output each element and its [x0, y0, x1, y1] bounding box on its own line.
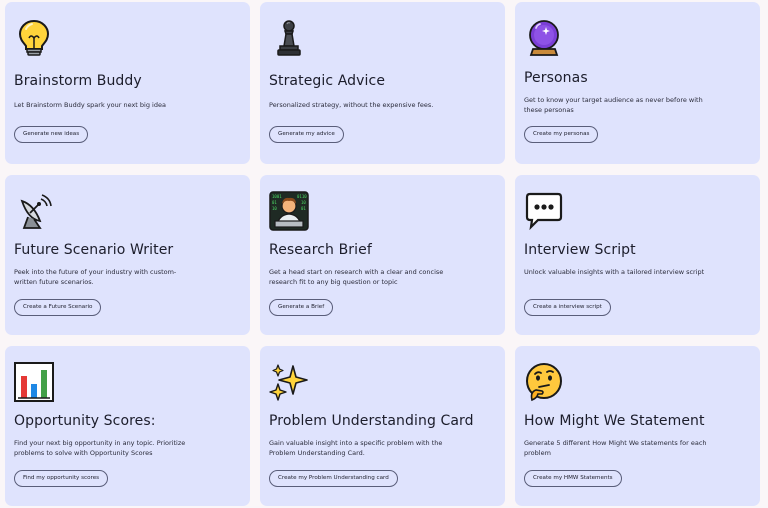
svg-text:01: 01 — [301, 206, 306, 211]
card-description: Get to know your target audience as neve… — [524, 96, 703, 114]
bar-chart-icon — [14, 362, 54, 402]
svg-text:10: 10 — [272, 206, 277, 211]
card-brainstorm-buddy[interactable]: Brainstorm Buddy Let Brainstorm Buddy sp… — [5, 2, 250, 164]
svg-text:0110: 0110 — [297, 194, 307, 199]
card-problem-understanding[interactable]: Problem Understanding Card Gain valuable… — [260, 346, 505, 506]
card-interview-script[interactable]: Interview Script Unlock valuable insight… — [515, 175, 760, 335]
card-description: Generate 5 different How Might We statem… — [524, 439, 707, 457]
create-future-scenario-button[interactable]: Create a Future Scenario — [14, 299, 102, 316]
card-description: Unlock valuable insights with a tailored… — [524, 268, 705, 276]
satellite-antenna-icon — [20, 194, 52, 229]
card-personas[interactable]: Personas Get to know your target audienc… — [515, 2, 760, 164]
card-research-brief[interactable]: 1001 0110 01 10 10 01 Research Brief Get… — [260, 175, 505, 335]
generate-my-advice-button[interactable]: Generate my advice — [269, 126, 344, 143]
technologist-icon: 1001 0110 01 10 10 01 — [269, 191, 309, 231]
light-bulb-icon — [18, 19, 50, 56]
create-hmw-statements-button[interactable]: Create my HMW Statements — [524, 470, 622, 487]
chess-pawn-icon — [277, 20, 301, 56]
find-opportunity-scores-button[interactable]: Find my opportunity scores — [14, 470, 109, 487]
card-title: Opportunity Scores: — [14, 413, 156, 429]
thinking-face-icon — [526, 363, 562, 402]
card-title: Interview Script — [524, 242, 636, 258]
svg-text:01: 01 — [272, 200, 277, 205]
svg-text:1001: 1001 — [272, 194, 282, 199]
card-description: Let Brainstorm Buddy spark your next big… — [14, 101, 166, 109]
card-title: Brainstorm Buddy — [14, 73, 142, 89]
create-my-personas-button[interactable]: Create my personas — [524, 126, 599, 143]
card-description: Personalized strategy, without the expen… — [269, 101, 434, 109]
card-title: Strategic Advice — [269, 73, 386, 89]
card-description: Get a head start on research with a clea… — [269, 268, 444, 286]
sparkles-icon — [269, 364, 308, 401]
card-description: Peek into the future of your industry wi… — [14, 268, 177, 286]
generate-brief-button[interactable]: Generate a Brief — [269, 299, 334, 316]
tools-grid: Brainstorm Buddy Let Brainstorm Buddy sp… — [5, 2, 760, 506]
card-description: Gain valuable insight into a specific pr… — [269, 439, 443, 457]
card-title: Future Scenario Writer — [14, 242, 174, 258]
svg-text:10: 10 — [301, 200, 306, 205]
card-title: Problem Understanding Card — [269, 413, 474, 429]
generate-new-ideas-button[interactable]: Generate new ideas — [14, 126, 89, 143]
card-future-scenario-writer[interactable]: Future Scenario Writer Peek into the fut… — [5, 175, 250, 335]
speech-balloon-icon — [525, 192, 563, 231]
card-how-might-we[interactable]: How Might We Statement Generate 5 differ… — [515, 346, 760, 506]
card-description: Find your next big opportunity in any to… — [14, 439, 186, 457]
create-problem-understanding-card-button[interactable]: Create my Problem Understanding card — [269, 470, 398, 487]
card-title: Personas — [524, 70, 588, 86]
create-interview-script-button[interactable]: Create a interview script — [524, 299, 611, 316]
card-title: Research Brief — [269, 242, 372, 258]
card-title: How Might We Statement — [524, 413, 705, 429]
card-strategic-advice[interactable]: Strategic Advice Personalized strategy, … — [260, 2, 505, 164]
card-opportunity-scores[interactable]: Opportunity Scores: Find your next big o… — [5, 346, 250, 506]
crystal-ball-icon — [529, 20, 559, 56]
